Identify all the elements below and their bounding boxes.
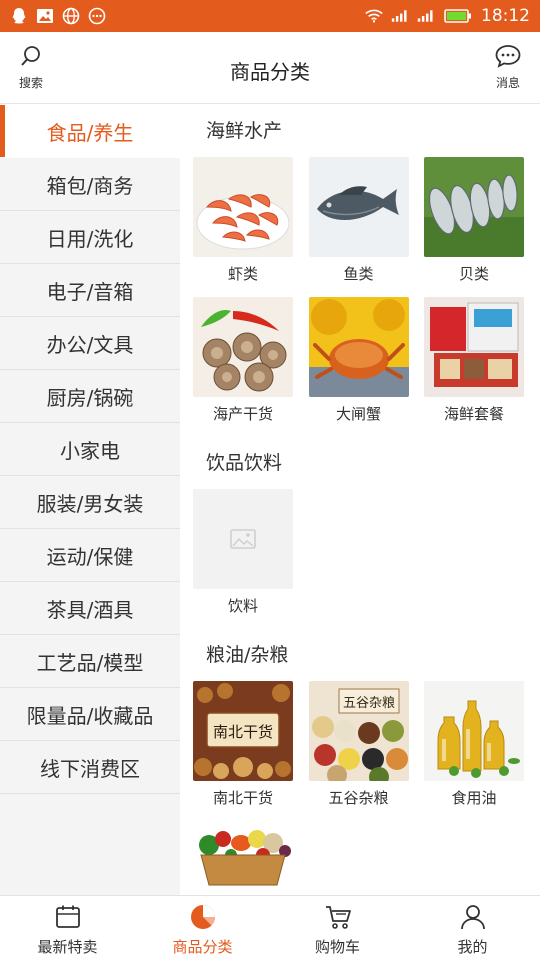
dry-goods-image-text: 南北干货 bbox=[213, 723, 273, 741]
product-grid: 虾类 鱼类 贝类 海产干货 大闸蟹 海鲜套餐 bbox=[180, 157, 540, 437]
globe-icon bbox=[62, 7, 80, 25]
sidebar-item-food[interactable]: 食品/养生 bbox=[0, 105, 180, 158]
tab-label: 我的 bbox=[457, 938, 488, 956]
tab-latest-sale[interactable]: 最新特卖 bbox=[0, 896, 135, 960]
product-grid: 南北干货 南北干货 五谷杂粮 五谷杂粮 食用油 bbox=[180, 681, 540, 895]
tab-profile[interactable]: 我的 bbox=[405, 896, 540, 960]
sidebar-item-label: 日用/洗化 bbox=[46, 226, 134, 251]
qq-icon bbox=[10, 7, 28, 25]
seafood-set-image bbox=[424, 297, 524, 397]
signal-icon bbox=[391, 7, 409, 25]
sidebar-item-crafts[interactable]: 工艺品/模型 bbox=[0, 635, 180, 688]
category-label: 虾类 bbox=[227, 265, 258, 283]
category-label: 贝类 bbox=[458, 265, 489, 283]
category-tile[interactable] bbox=[193, 821, 293, 895]
shellfish-image bbox=[424, 157, 524, 257]
category-tile[interactable]: 鱼类 bbox=[308, 157, 409, 291]
category-label: 饮料 bbox=[227, 597, 258, 615]
sidebar-item-label: 箱包/商务 bbox=[46, 173, 134, 198]
battery-icon bbox=[443, 7, 473, 25]
category-label: 五谷杂粮 bbox=[328, 789, 389, 807]
category-tile[interactable]: 虾类 bbox=[193, 157, 293, 291]
sidebar-item-label: 食品/养生 bbox=[46, 120, 134, 145]
sidebar-item-clothing[interactable]: 服装/男女装 bbox=[0, 476, 180, 529]
sidebar-item-collectibles[interactable]: 限量品/收藏品 bbox=[0, 688, 180, 741]
sidebar-item-label: 厨房/锅碗 bbox=[46, 385, 134, 410]
sidebar-item-label: 电子/音箱 bbox=[46, 279, 134, 304]
section-title: 海鲜水产 bbox=[206, 120, 283, 142]
bottom-tab-bar: 最新特卖 商品分类 购物车 我的 bbox=[0, 895, 540, 960]
calendar-icon bbox=[55, 905, 80, 928]
sidebar-item-sports[interactable]: 运动/保健 bbox=[0, 529, 180, 582]
sidebar-item-label: 办公/文具 bbox=[46, 332, 134, 357]
sidebar-item-label: 茶具/酒具 bbox=[46, 597, 134, 622]
message-button[interactable]: 消息 bbox=[486, 44, 530, 91]
sidebar-item-label: 工艺品/模型 bbox=[36, 650, 144, 675]
sidebar-item-office[interactable]: 办公/文具 bbox=[0, 317, 180, 370]
category-tile[interactable]: 海鲜套餐 bbox=[424, 297, 524, 431]
image-placeholder bbox=[193, 489, 293, 589]
category-label: 南北干货 bbox=[212, 789, 273, 807]
sidebar-item-kitchen[interactable]: 厨房/锅碗 bbox=[0, 370, 180, 423]
sidebar-item-label: 运动/保健 bbox=[46, 544, 134, 569]
app-header: 搜索 商品分类 消息 bbox=[0, 32, 540, 104]
sidebar-item-label: 小家电 bbox=[60, 438, 120, 463]
category-tile[interactable]: 贝类 bbox=[424, 157, 524, 291]
category-tile[interactable]: 南北干货 南北干货 bbox=[193, 681, 293, 815]
category-label: 海产干货 bbox=[212, 405, 273, 423]
sidebar-item-appliances[interactable]: 小家电 bbox=[0, 423, 180, 476]
shrimp-image bbox=[193, 157, 293, 257]
dried-seafood-image bbox=[193, 297, 293, 397]
sidebar-item-bags[interactable]: 箱包/商务 bbox=[0, 158, 180, 211]
sidebar-item-label: 线下消费区 bbox=[40, 756, 140, 781]
tab-label: 最新特卖 bbox=[37, 938, 98, 956]
tab-label: 商品分类 bbox=[172, 938, 233, 956]
message-icon bbox=[495, 45, 521, 68]
image-icon bbox=[36, 7, 54, 25]
sidebar-item-label: 限量品/收藏品 bbox=[26, 703, 154, 728]
tab-categories[interactable]: 商品分类 bbox=[135, 896, 270, 960]
category-tile[interactable]: 食用油 bbox=[424, 681, 524, 815]
status-bar: 18:12 bbox=[0, 0, 540, 32]
category-label: 海鲜套餐 bbox=[443, 405, 504, 423]
category-tile[interactable]: 五谷杂粮 五谷杂粮 bbox=[308, 681, 409, 815]
sidebar-item-label: 服装/男女装 bbox=[36, 491, 144, 516]
cart-icon bbox=[325, 906, 351, 929]
category-sidebar: 食品/养生 箱包/商务 日用/洗化 电子/音箱 办公/文具 厨房/锅碗 小家电 … bbox=[0, 105, 180, 895]
category-label: 鱼类 bbox=[343, 265, 374, 283]
category-icon bbox=[190, 905, 215, 929]
category-content: 海鲜水产 虾类 鱼类 贝类 海产干货 大闸蟹 海鲜套餐 饮品饮料 饮料 粮油/杂… bbox=[180, 105, 540, 895]
section-title: 饮品饮料 bbox=[206, 452, 283, 474]
grains-image-text: 五谷杂粮 bbox=[342, 696, 394, 711]
product-grid: 饮料 bbox=[180, 489, 540, 629]
category-label: 食用油 bbox=[451, 789, 497, 807]
crab-image bbox=[308, 297, 409, 397]
grains-image: 五谷杂粮 bbox=[308, 681, 409, 781]
fish-image bbox=[308, 157, 409, 257]
tab-label: 购物车 bbox=[314, 938, 360, 956]
wifi-icon bbox=[365, 7, 383, 25]
user-icon bbox=[460, 905, 485, 930]
message-label: 消息 bbox=[495, 76, 520, 90]
page-title: 商品分类 bbox=[230, 60, 310, 84]
tab-cart[interactable]: 购物车 bbox=[270, 896, 405, 960]
category-tile[interactable]: 海产干货 bbox=[193, 297, 293, 431]
category-tile[interactable]: 大闸蟹 bbox=[308, 297, 409, 431]
status-time: 18:12 bbox=[481, 6, 530, 26]
sidebar-item-offline[interactable]: 线下消费区 bbox=[0, 741, 180, 794]
section-title: 粮油/杂粮 bbox=[206, 644, 289, 666]
sidebar-item-tea-wine[interactable]: 茶具/酒具 bbox=[0, 582, 180, 635]
category-label: 大闸蟹 bbox=[335, 405, 381, 423]
sidebar-item-daily[interactable]: 日用/洗化 bbox=[0, 211, 180, 264]
dry-goods-image: 南北干货 bbox=[193, 681, 293, 781]
sidebar-item-electronics[interactable]: 电子/音箱 bbox=[0, 264, 180, 317]
more-icon bbox=[88, 7, 106, 25]
cooking-oil-image bbox=[424, 681, 524, 781]
vegetable-basket-image bbox=[193, 821, 293, 895]
category-tile[interactable]: 饮料 bbox=[193, 489, 293, 623]
signal-icon bbox=[417, 7, 435, 25]
